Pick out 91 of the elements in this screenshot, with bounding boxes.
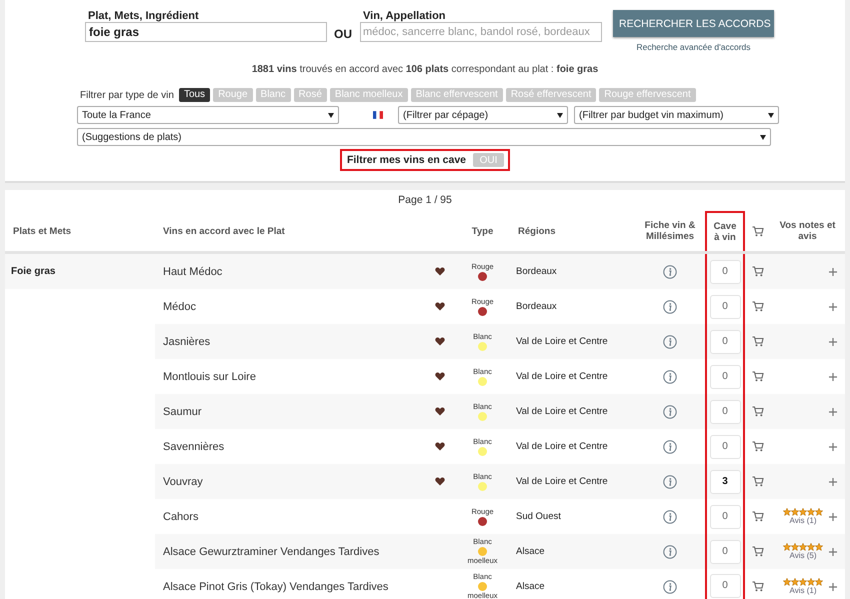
info-icon[interactable] <box>663 334 677 348</box>
cellar-quantity-field[interactable]: 0 <box>710 400 740 424</box>
plus-icon[interactable] <box>829 302 837 310</box>
reviews-link[interactable]: Avis (1) <box>790 516 816 525</box>
cellar-quantity-field[interactable]: 0 <box>710 294 740 318</box>
caret-icon <box>557 112 563 118</box>
cart-icon[interactable] <box>752 406 764 417</box>
reviews-link[interactable]: Avis (5) <box>790 551 816 560</box>
wine-link[interactable]: Savennières <box>161 440 407 454</box>
column-header: Plats et Mets <box>13 226 72 236</box>
region: Bordeaux <box>516 301 557 312</box>
info-icon[interactable] <box>663 404 677 418</box>
info-icon[interactable] <box>663 580 677 594</box>
plus-icon[interactable] <box>829 408 837 416</box>
caret-icon <box>328 112 334 118</box>
cellar-quantity-field[interactable]: 0 <box>710 260 740 284</box>
column-header: Fiche vin & Millésimes <box>644 220 696 242</box>
region: Sud Ouest <box>516 511 561 522</box>
cart-icon[interactable] <box>752 476 764 487</box>
field-label: Vin, Appellation <box>362 10 447 22</box>
cart-icon[interactable] <box>752 581 764 592</box>
field-label: Plat, Mets, Ingrédient <box>87 10 200 22</box>
info-icon[interactable] <box>663 370 677 384</box>
column-header: Régions <box>518 226 556 236</box>
cellar-quantity-field[interactable]: 0 <box>710 434 740 458</box>
wine-link[interactable]: Cahors <box>161 510 407 524</box>
region: Val de Loire et Centre <box>516 441 608 452</box>
wine-input[interactable]: médoc, sancerre blanc, bandol rosé, bordeaux <box>360 22 602 42</box>
grape-select[interactable]: (Filtrer par cépage) <box>398 106 568 124</box>
cart-icon <box>752 226 764 236</box>
column-header: Vins en accord avec le Plat <box>163 226 285 236</box>
cellar-quantity-field[interactable]: 0 <box>710 330 740 354</box>
plus-icon[interactable] <box>829 548 837 556</box>
region: Val de Loire et Centre <box>516 476 608 487</box>
plus-icon[interactable] <box>829 268 837 276</box>
plus-icon[interactable] <box>829 442 837 450</box>
cellar-filter-label: Filtrer mes vins en cave <box>346 154 466 166</box>
region: Alsace <box>516 546 545 557</box>
region: Val de Loire et Centre <box>516 406 608 417</box>
cart-icon[interactable] <box>752 301 764 312</box>
cart-icon[interactable] <box>752 441 764 452</box>
cellar-quantity-field[interactable]: 0 <box>710 364 740 388</box>
wine-link[interactable]: Vouvray <box>161 474 407 488</box>
dish-suggestions-select[interactable]: (Suggestions de plats) <box>77 128 771 146</box>
info-icon[interactable] <box>663 544 677 558</box>
wine-link[interactable]: Montlouis sur Loire <box>161 370 407 384</box>
cart-icon[interactable] <box>752 266 764 277</box>
plus-icon[interactable] <box>829 478 837 486</box>
cellar-quantity-field[interactable]: 3 <box>710 470 740 494</box>
plus-icon[interactable] <box>829 582 837 590</box>
cellar-quantity-field[interactable]: 0 <box>710 540 740 564</box>
column-header: Cave à vin <box>712 221 738 243</box>
column-header: Vos notes et avis <box>778 220 836 242</box>
region: Val de Loire et Centre <box>516 371 608 382</box>
plus-icon[interactable] <box>829 338 837 346</box>
info-icon[interactable] <box>663 300 677 314</box>
info-icon[interactable] <box>663 440 677 454</box>
caret-icon <box>768 112 774 118</box>
plus-icon[interactable] <box>829 372 837 380</box>
caret-icon <box>760 134 766 140</box>
dish-input[interactable]: foie gras <box>85 22 327 42</box>
region: Val de Loire et Centre <box>516 336 608 347</box>
wine-link[interactable]: Jasnières <box>161 334 407 348</box>
region: Bordeaux <box>516 266 557 277</box>
wine-link[interactable]: Alsace Pinot Gris (Tokay) Vendanges Tardives <box>161 580 407 594</box>
wine-link[interactable]: Saumur <box>161 404 407 418</box>
column-header: Type <box>472 226 494 236</box>
results-summary: 1881 vins trouvés en accord avec 106 plats correspondant au plat : foie gras <box>250 64 600 75</box>
budget-select[interactable]: (Filtrer par budget vin maximum) <box>574 106 779 124</box>
cart-icon[interactable] <box>752 546 764 557</box>
info-icon[interactable] <box>663 510 677 524</box>
or-label: OU <box>334 27 352 41</box>
wine-link[interactable]: Alsace Gewurztraminer Vendanges Tardives <box>161 544 407 558</box>
advanced-search-link[interactable]: Recherche avancée d'accords <box>636 42 751 52</box>
info-icon[interactable] <box>663 474 677 488</box>
wine-link[interactable]: Médoc <box>161 300 407 314</box>
cart-icon[interactable] <box>752 336 764 347</box>
info-icon[interactable] <box>663 264 677 278</box>
reviews-link[interactable]: Avis (1) <box>790 586 816 595</box>
cellar-quantity-field[interactable]: 0 <box>710 574 740 598</box>
filter-label: Filtrer par type de vin <box>80 90 174 100</box>
search-button[interactable]: RECHERCHER LES ACCORDS <box>613 10 774 37</box>
cart-icon[interactable] <box>752 371 764 382</box>
page-indicator: Page 1 / 95 <box>398 194 452 206</box>
region-select[interactable]: Toute la France <box>77 106 339 124</box>
cart-icon[interactable] <box>752 511 764 522</box>
wine-type-tab[interactable]: Tous <box>178 88 210 102</box>
plus-icon[interactable] <box>829 512 837 520</box>
region: Alsace <box>516 581 545 592</box>
cellar-quantity-field[interactable]: 0 <box>710 504 740 528</box>
flag-icon <box>373 111 383 119</box>
